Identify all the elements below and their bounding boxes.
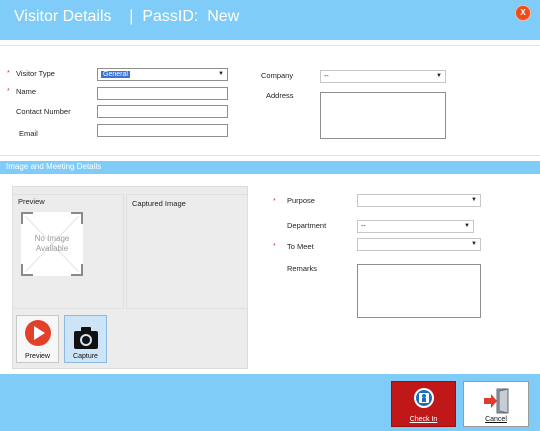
captured-image-label: Captured Image (132, 199, 186, 208)
company-value: -- (324, 73, 329, 80)
close-button[interactable]: X (516, 6, 530, 20)
remarks-label: Remarks (287, 264, 318, 273)
to-meet-select[interactable]: ▼ (357, 238, 481, 251)
preview-button-label: Preview (25, 353, 50, 360)
name-label: Name (16, 87, 37, 96)
chevron-down-icon: ▼ (436, 73, 442, 79)
no-image-line: Available (35, 244, 69, 253)
camera-icon (74, 327, 98, 349)
name-input[interactable] (97, 87, 228, 100)
chevron-down-icon: ▼ (471, 197, 477, 203)
section-title: Image and Meeting Details (6, 162, 102, 171)
chevron-down-icon: ▼ (471, 241, 477, 247)
required-marker: * (7, 88, 10, 95)
required-marker: * (273, 243, 276, 250)
check-in-icon (414, 388, 434, 408)
email-label: Email (19, 129, 38, 138)
capture-button[interactable]: Capture (64, 315, 107, 363)
department-select[interactable]: -- ▼ (357, 220, 474, 233)
exit-door-icon (484, 388, 509, 414)
remarks-textarea[interactable] (357, 264, 481, 318)
contact-number-input[interactable] (97, 105, 228, 118)
purpose-select[interactable]: ▼ (357, 194, 481, 207)
address-label: Address (266, 91, 294, 100)
address-textarea[interactable] (320, 92, 446, 139)
required-marker: * (7, 70, 10, 77)
no-image-text: No Image Available (21, 234, 83, 254)
check-in-label: Check In (409, 416, 438, 423)
visitor-type-label: Visitor Type (16, 69, 55, 78)
visitor-type-select[interactable]: General ▼ (97, 68, 228, 81)
visitor-info-panel (0, 45, 540, 156)
preview-label: Preview (18, 197, 45, 206)
captured-image-group (126, 194, 248, 309)
department-label: Department (287, 221, 327, 230)
contact-number-label: Contact Number (16, 107, 71, 116)
preview-button[interactable]: Preview (16, 315, 59, 363)
play-icon (25, 320, 51, 346)
capture-button-label: Capture (73, 353, 98, 360)
cancel-label: Cancel (485, 416, 507, 423)
required-marker: * (273, 198, 276, 205)
purpose-label: Purpose (287, 196, 315, 205)
window-title: Visitor Details | PassID: New (14, 8, 240, 25)
department-value: -- (361, 223, 366, 230)
no-image-line: No Image (34, 234, 70, 243)
visitor-type-value: General (101, 71, 130, 78)
chevron-down-icon: ▼ (464, 223, 470, 229)
company-label: Company (261, 71, 294, 80)
footer-bar (0, 374, 540, 431)
email-input[interactable] (97, 124, 228, 137)
to-meet-label: To Meet (287, 242, 314, 251)
company-select[interactable]: -- ▼ (320, 70, 446, 83)
chevron-down-icon: ▼ (218, 71, 224, 77)
